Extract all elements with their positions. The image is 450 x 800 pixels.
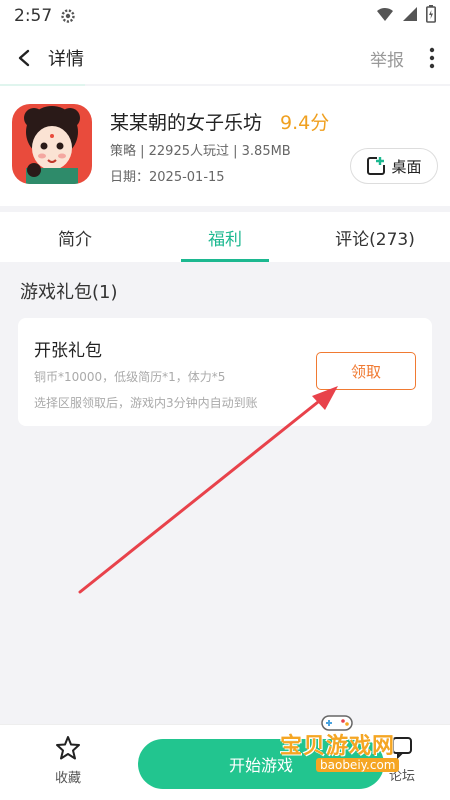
more-vertical-icon bbox=[429, 47, 435, 69]
add-to-desktop-label: 桌面 bbox=[391, 157, 422, 176]
app-icon[interactable] bbox=[12, 104, 92, 184]
site-watermark: 宝贝游戏网 baobeiy.com bbox=[280, 715, 420, 778]
gift-card: 开张礼包 铜币*10000，低级简历*1，体力*5 选择区服领取后，游戏内3分钟… bbox=[18, 318, 432, 426]
app-meta: 策略 | 22925人玩过 | 3.85MB bbox=[110, 144, 291, 159]
tab-intro[interactable]: 简介 bbox=[0, 212, 150, 262]
top-app-bar: 详情 举报 bbox=[0, 32, 450, 84]
status-bar: 2:57 bbox=[0, 0, 450, 32]
add-desktop-icon bbox=[367, 157, 386, 175]
app-info-card: 某某朝的女子乐坊 9.4分 策略 | 22925人玩过 | 3.85MB 日期：… bbox=[0, 86, 450, 206]
gift-content: 铜币*10000，低级简历*1，体力*5 bbox=[34, 370, 226, 384]
battery-icon bbox=[426, 5, 436, 27]
detail-tabs: 简介 福利 评论(273) bbox=[0, 212, 450, 262]
add-to-desktop-button[interactable]: 桌面 bbox=[350, 148, 438, 184]
status-time: 2:57 bbox=[14, 6, 53, 26]
gift-section-title: 游戏礼包(1) bbox=[20, 282, 118, 303]
tab-comments[interactable]: 评论(273) bbox=[300, 212, 450, 262]
favorite-button[interactable]: 收藏 bbox=[38, 735, 98, 791]
app-name: 某某朝的女子乐坊 bbox=[110, 112, 263, 134]
more-options-button[interactable] bbox=[414, 32, 450, 84]
app-release-date: 日期：2025-01-15 bbox=[110, 170, 225, 185]
page-title: 详情 bbox=[48, 49, 84, 70]
watermark-text: 宝贝游戏网 bbox=[280, 734, 396, 759]
watermark-url: baobeiy.com bbox=[316, 758, 400, 772]
report-button[interactable]: 举报 bbox=[360, 46, 414, 71]
gift-note: 选择区服领取后，游戏内3分钟内自动到账 bbox=[34, 396, 258, 410]
gift-name: 开张礼包 bbox=[34, 341, 102, 361]
tab-benefits[interactable]: 福利 bbox=[150, 212, 300, 262]
favorite-label: 收藏 bbox=[54, 771, 81, 786]
settings-gear-icon bbox=[60, 8, 76, 24]
claim-button[interactable]: 领取 bbox=[316, 352, 416, 390]
app-score: 9.4分 bbox=[280, 112, 330, 134]
cellular-icon bbox=[402, 6, 418, 26]
signal-icon bbox=[376, 6, 394, 26]
back-arrow-icon bbox=[18, 49, 30, 67]
back-button[interactable] bbox=[0, 32, 48, 84]
star-icon bbox=[56, 736, 80, 760]
